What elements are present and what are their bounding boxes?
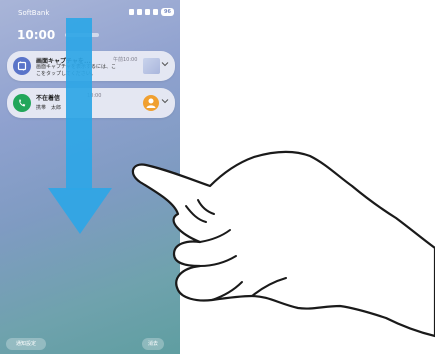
chevron-down-icon[interactable] [161,98,169,104]
wifi-icon [145,9,150,15]
status-icons: 96 [129,8,174,16]
signal-icon [153,9,158,15]
notification-time: 午前10:00 [113,57,138,63]
arrow-down-icon [48,18,112,234]
carrier-label: SoftBank [18,9,50,17]
screen-capture-icon [13,57,31,75]
screenshot-thumbnail [143,58,160,74]
nfc-icon [137,9,142,15]
notification-settings-button[interactable]: 通知設定 [6,338,46,350]
hand-swipe-icon [131,150,435,338]
avatar [143,95,159,111]
bluetooth-icon [129,9,134,15]
phone-icon [13,94,31,112]
battery-icon: 96 [161,8,174,16]
chevron-down-icon[interactable] [161,61,169,67]
